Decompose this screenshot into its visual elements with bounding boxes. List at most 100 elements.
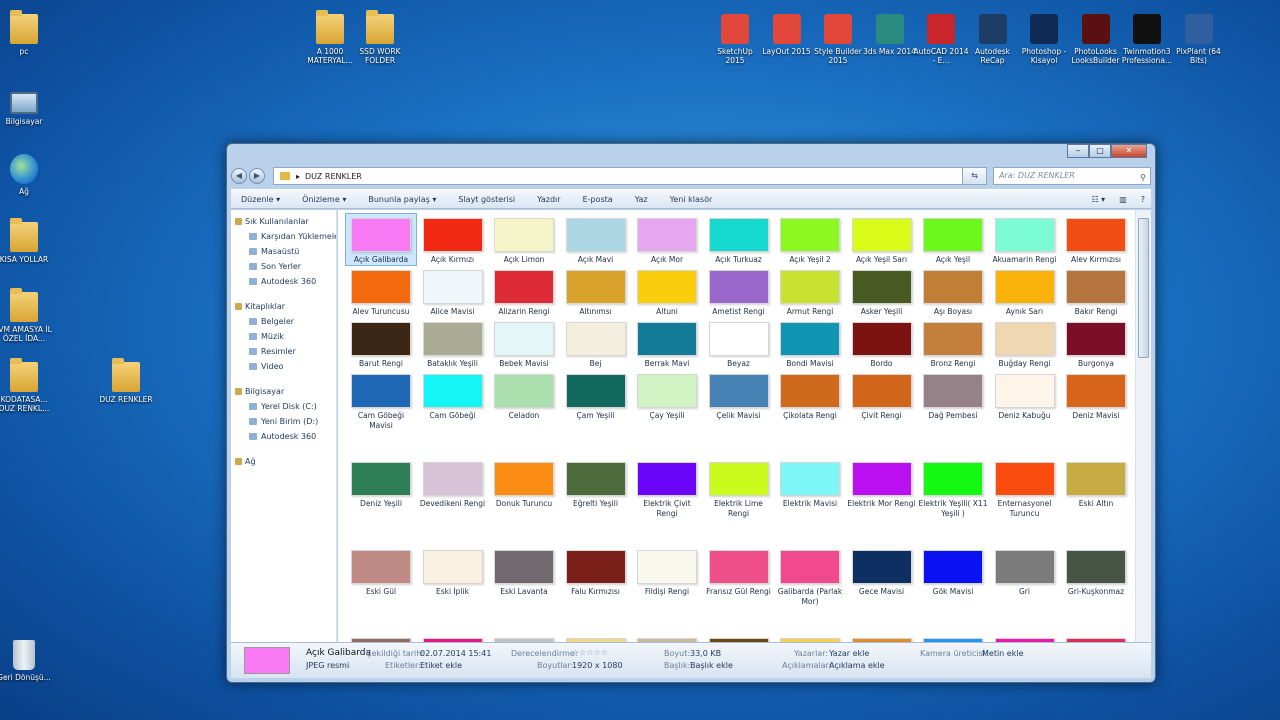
nav-item-pictures[interactable]: Resimler: [231, 344, 336, 359]
file-item[interactable]: Bataklık Yeşili: [418, 318, 488, 369]
file-item[interactable]: Beyaz: [704, 318, 774, 369]
file-item[interactable]: Alev Turuncusu: [346, 266, 416, 317]
refresh-button[interactable]: ⇆: [963, 167, 987, 185]
file-item[interactable]: Cam Göbeği Mavisi: [346, 370, 416, 430]
file-item[interactable]: Çivit Rengi: [847, 370, 917, 421]
file-item[interactable]: Enternasyonel Turuncu: [990, 458, 1060, 518]
file-item[interactable]: Bej: [561, 318, 631, 369]
desktop-recycle-bin-icon[interactable]: Geri Dönüşü...: [0, 640, 52, 682]
title-value[interactable]: Başlık ekle: [690, 661, 733, 670]
file-item[interactable]: Bakır Rengi: [1061, 266, 1131, 317]
file-item[interactable]: Gri-Kuşkonmaz: [1061, 546, 1131, 597]
file-item[interactable]: [918, 634, 988, 642]
file-item[interactable]: Ametist Rengi: [704, 266, 774, 317]
address-bar[interactable]: ▸ DUZ RENKLER: [273, 167, 963, 185]
desktop-app-shortcut[interactable]: Twinmotion3 Professiona...: [1119, 14, 1175, 65]
file-item[interactable]: Buğday Rengi: [990, 318, 1060, 369]
desktop-app-shortcut[interactable]: PhotoLooks LooksBuilder: [1068, 14, 1124, 65]
file-item[interactable]: Açık Galibarda: [345, 213, 417, 266]
file-item[interactable]: Çikolata Rengi: [775, 370, 845, 421]
file-item[interactable]: Eğrelti Yeşili: [561, 458, 631, 509]
desktop-shortcuts-folder[interactable]: KISA YOLLAR: [0, 218, 52, 264]
file-item[interactable]: [1061, 634, 1131, 642]
file-item[interactable]: Alice Mavisi: [418, 266, 488, 317]
file-item[interactable]: Bebek Mavisi: [489, 318, 559, 369]
slideshow-button[interactable]: Slayt gösterisi: [458, 195, 515, 204]
file-item[interactable]: Gri: [990, 546, 1060, 597]
camera-value[interactable]: Metin ekle: [982, 649, 1024, 658]
back-button[interactable]: ◀: [231, 168, 247, 184]
search-input[interactable]: Ara: DUZ RENKLER ⚲: [993, 167, 1151, 185]
file-item[interactable]: Burgonya: [1061, 318, 1131, 369]
organize-menu[interactable]: Düzenle ▾: [241, 195, 280, 204]
file-item[interactable]: [990, 634, 1060, 642]
file-item[interactable]: Elektrik Yeşili( X11 Yeşili ): [918, 458, 988, 518]
file-item[interactable]: Alev Kırmızısı: [1061, 214, 1131, 265]
desktop-folder[interactable]: SSD WORK FOLDER: [352, 10, 408, 65]
nav-item-autodesk360-fav[interactable]: Autodesk 360: [231, 274, 336, 289]
new-folder-button[interactable]: Yeni klasör: [670, 195, 713, 204]
nav-item-disk-d[interactable]: Yeni Birim (D:): [231, 414, 336, 429]
file-item[interactable]: Elektrik Mor Rengi: [847, 458, 917, 509]
file-item[interactable]: Açık Mor: [632, 214, 702, 265]
file-item[interactable]: Açık Yeşil Sarı: [847, 214, 917, 265]
title-bar[interactable]: ‒ □ ✕: [227, 144, 1155, 164]
share-menu[interactable]: Bununla paylaş ▾: [368, 195, 436, 204]
help-icon[interactable]: ?: [1141, 195, 1145, 204]
file-item[interactable]: [632, 634, 702, 642]
email-button[interactable]: E-posta: [583, 195, 613, 204]
file-item[interactable]: [418, 634, 488, 642]
preview-menu[interactable]: Önizleme ▾: [302, 195, 346, 204]
desktop-pc-folder[interactable]: pc: [0, 10, 52, 56]
file-item[interactable]: Elektrik Lime Rengi: [704, 458, 774, 518]
file-item[interactable]: Bronz Rengi: [918, 318, 988, 369]
file-item[interactable]: Donuk Turuncu: [489, 458, 559, 509]
vertical-scrollbar[interactable]: [1135, 210, 1151, 642]
file-item[interactable]: Altuni: [632, 266, 702, 317]
file-item[interactable]: Eski Altın: [1061, 458, 1131, 509]
desktop-folder[interactable]: DUZ RENKLER: [98, 358, 154, 404]
file-item[interactable]: Alizarin Rengi: [489, 266, 559, 317]
file-item[interactable]: Gece Mavisi: [847, 546, 917, 597]
desktop-app-shortcut[interactable]: Photoshop - Kisayol: [1016, 14, 1072, 65]
file-item[interactable]: Falu Kırmızısı: [561, 546, 631, 597]
file-item[interactable]: [346, 634, 416, 642]
rating-stars[interactable]: ☆☆☆☆☆: [572, 648, 608, 657]
desktop-folder[interactable]: A 1000 MATERYAL...: [302, 10, 358, 65]
nav-item-video[interactable]: Video: [231, 359, 336, 374]
file-item[interactable]: [561, 634, 631, 642]
nav-item-autodesk360-pc[interactable]: Autodesk 360: [231, 429, 336, 444]
nav-libraries[interactable]: Kitaplıklar: [231, 299, 336, 314]
nav-item-recent[interactable]: Son Yerler: [231, 259, 336, 274]
file-item[interactable]: [847, 634, 917, 642]
authors-value[interactable]: Yazar ekle: [829, 649, 869, 658]
file-item[interactable]: [489, 634, 559, 642]
file-item[interactable]: Açık Turkuaz: [704, 214, 774, 265]
file-item[interactable]: Cam Göbeği: [418, 370, 488, 421]
desktop-ivm-folder[interactable]: İVM AMASYA İL ÖZEL İDA...: [0, 288, 52, 343]
nav-item-documents[interactable]: Belgeler: [231, 314, 336, 329]
nav-computer[interactable]: Bilgisayar: [231, 384, 336, 399]
file-item[interactable]: Asker Yeşili: [847, 266, 917, 317]
file-item[interactable]: Altınımsı: [561, 266, 631, 317]
file-item[interactable]: Deniz Mavisi: [1061, 370, 1131, 421]
nav-item-downloads[interactable]: Karşıdan Yüklemeler: [231, 229, 336, 244]
maximize-button[interactable]: □: [1089, 144, 1111, 158]
desktop-app-shortcut[interactable]: 3ds Max 2014: [862, 14, 918, 56]
close-button[interactable]: ✕: [1111, 144, 1147, 158]
minimize-button[interactable]: ‒: [1067, 144, 1089, 158]
desktop-app-shortcut[interactable]: PixPlant (64 Bits): [1171, 14, 1227, 65]
file-item[interactable]: Çelik Mavisi: [704, 370, 774, 421]
preview-pane-icon[interactable]: ▥: [1119, 195, 1127, 204]
file-item[interactable]: Galibarda (Parlak Mor): [775, 546, 845, 606]
desktop-network-icon[interactable]: Ağ: [0, 154, 52, 196]
file-item[interactable]: Açık Mavi: [561, 214, 631, 265]
view-options-icon[interactable]: ☷ ▾: [1091, 195, 1105, 204]
file-item[interactable]: Aynık Sarı: [990, 266, 1060, 317]
desktop-kodatasa-folder[interactable]: KODATASA... DUZ RENKL...: [0, 358, 52, 413]
file-item[interactable]: Devedikeni Rengi: [418, 458, 488, 509]
file-item[interactable]: Açık Kırmızı: [418, 214, 488, 265]
file-item[interactable]: [704, 634, 774, 642]
file-item[interactable]: [775, 634, 845, 642]
taken-value[interactable]: 02.07.2014 15:41: [420, 649, 491, 658]
